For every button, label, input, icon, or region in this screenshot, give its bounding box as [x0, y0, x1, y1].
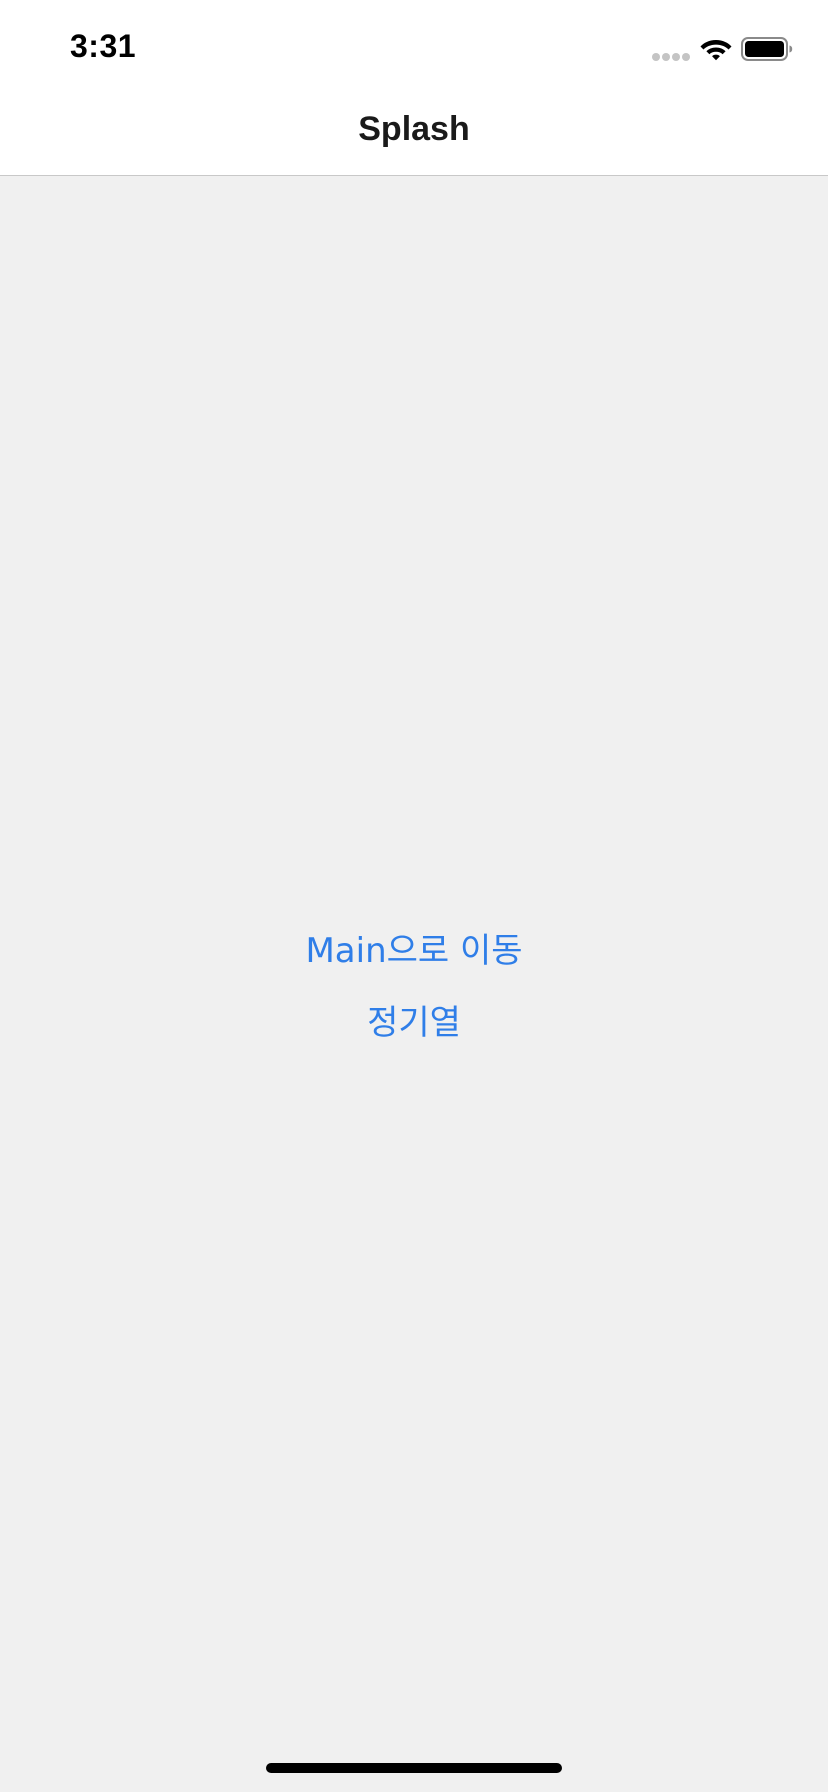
home-indicator[interactable] [266, 1763, 562, 1773]
status-time: 3:31 [70, 28, 137, 64]
page-title: Splash [358, 110, 470, 148]
go-to-main-button[interactable]: Main으로 이동 [0, 923, 828, 972]
navigation-bar: Splash [0, 88, 828, 176]
wifi-icon [700, 40, 732, 61]
name-button[interactable]: 정기열 [0, 995, 828, 1044]
battery-icon [741, 37, 793, 61]
status-bar: 3:31 [0, 0, 828, 88]
signal-dots-icon [652, 53, 690, 61]
main-content: Main으로 이동 정기열 [0, 177, 828, 1792]
